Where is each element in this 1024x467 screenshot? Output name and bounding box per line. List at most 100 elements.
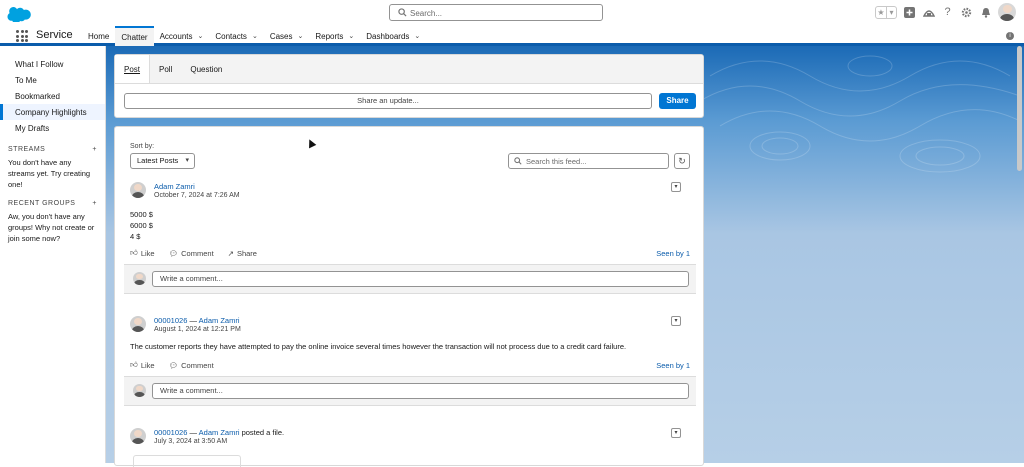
author-name-link[interactable]: Adam Zamri [154,182,195,191]
comment-placeholder: Write a comment... [160,386,223,395]
search-placeholder: Search... [410,9,443,18]
comment-icon: 💬︎ [168,360,179,370]
salesforce-logo[interactable] [7,6,31,22]
sidebar-item-to-me[interactable]: To Me [0,72,105,88]
like-button[interactable]: 👍︎ Like [130,248,155,258]
chevron-down-icon[interactable]: ▾ [886,6,896,18]
tab-post[interactable]: Post [115,55,151,83]
share-button[interactable]: Share [659,93,696,109]
sort-select[interactable]: Latest Posts ▾ [130,153,195,169]
file-preview[interactable] [133,455,241,467]
sidebar-item-label: Company Highlights [15,107,87,117]
post-menu-chevron-icon[interactable]: ▾ [671,182,681,192]
sidebar-item-label: To Me [15,75,37,85]
feed-item: Adam Zamri October 7, 2024 at 7:26 AM ▾ … [124,182,696,302]
chevron-down-icon[interactable]: ⌄ [348,32,354,40]
user-avatar[interactable] [998,3,1016,21]
comment-label: Comment [181,360,214,370]
add-group-icon[interactable]: + [92,200,97,207]
current-user-avatar [133,384,146,397]
nav-item-cases[interactable]: Cases ⌄ [264,26,310,46]
chevron-down-icon[interactable]: ⌄ [414,32,420,40]
streams-header-label: STREAMS [8,146,46,153]
post-timestamp[interactable]: July 3, 2024 at 3:50 AM [154,438,227,445]
record-link[interactable]: 00001026 [154,428,187,437]
comment-input[interactable]: Write a comment... [152,383,689,399]
refresh-icon[interactable]: ↻ [674,153,690,169]
trailhead-icon[interactable] [922,6,935,19]
post-actions: 👍︎ Like 💬︎ Comment ↗ Share Seen by 1 [130,248,690,258]
post-timestamp[interactable]: October 7, 2024 at 7:26 AM [154,192,240,199]
post-action-text: posted a file. [241,428,285,437]
separator: — [189,428,197,437]
share-update-input[interactable]: Share an update... [124,93,652,109]
sidebar-item-label: Bookmarked [15,91,60,101]
global-actions-icon[interactable] [903,6,916,19]
author-avatar[interactable] [130,182,146,198]
sidebar-item-bookmarked[interactable]: Bookmarked [0,88,105,104]
comment-bar: Write a comment... [124,376,696,406]
share-post-button[interactable]: ↗ Share [228,249,257,258]
tab-label: Poll [159,64,173,74]
post-line: 4 $ [130,232,141,241]
like-button[interactable]: 👍︎ Like [130,360,155,370]
nav-item-chatter[interactable]: Chatter [115,26,154,46]
page-scrollbar[interactable] [1017,46,1022,463]
search-icon [514,157,522,165]
post-timestamp[interactable]: August 1, 2024 at 12:21 PM [154,326,241,333]
post-line: 5000 $ [130,210,153,219]
tab-question[interactable]: Question [181,55,231,83]
post-author: 00001026 — Adam Zamri posted a file. [154,428,284,437]
record-link[interactable]: 00001026 [154,316,187,325]
nav-item-label: Home [88,31,110,41]
author-name-link[interactable]: Adam Zamri [199,428,240,437]
notifications-bell-icon[interactable] [979,6,992,19]
nav-items: Home Chatter Accounts ⌄ Contacts ⌄ Cases ⌄ … [82,26,426,46]
app-launcher-icon[interactable] [16,30,28,42]
post-line: 6000 $ [130,221,153,230]
seen-by-link[interactable]: Seen by 1 [656,361,690,370]
favorites-control[interactable]: ★ ▾ [875,5,897,19]
author-avatar[interactable] [130,428,146,444]
nav-item-label: Cases [269,31,293,41]
sidebar-item-label: My Drafts [15,123,50,133]
sidebar-item-label: What I Follow [15,59,64,69]
sort-value: Latest Posts [137,156,179,165]
add-stream-icon[interactable]: + [92,146,97,153]
chevron-down-icon[interactable]: ⌄ [252,32,258,40]
search-icon [398,8,407,17]
chevron-down-icon[interactable]: ⌄ [197,32,203,40]
author-avatar[interactable] [130,316,146,332]
author-name-link[interactable]: Adam Zamri [199,316,240,325]
comment-input[interactable]: Write a comment... [152,271,689,287]
nav-item-home[interactable]: Home [82,26,115,46]
help-icon[interactable]: ? [941,6,954,19]
nav-item-dashboards[interactable]: Dashboards ⌄ [360,26,426,46]
sidebar-item-what-i-follow[interactable]: What I Follow [0,56,105,72]
post-menu-chevron-icon[interactable]: ▾ [671,316,681,326]
post-author[interactable]: Adam Zamri [154,182,195,191]
app-name: Service [36,29,73,41]
nav-item-contacts[interactable]: Contacts ⌄ [209,26,263,46]
sort-label: Sort by: [130,143,155,150]
star-icon[interactable]: ★ [876,7,886,18]
tab-poll[interactable]: Poll [150,55,181,83]
info-icon[interactable]: i [1006,32,1014,40]
scrollbar-thumb[interactable] [1017,46,1022,171]
seen-by-link[interactable]: Seen by 1 [656,249,690,258]
post-menu-chevron-icon[interactable]: ▾ [671,428,681,438]
setup-gear-icon[interactable] [960,6,973,19]
nav-item-accounts[interactable]: Accounts ⌄ [154,26,210,46]
nav-item-label: Dashboards [366,31,410,41]
comment-button[interactable]: 💬︎ Comment [169,249,214,258]
sidebar-item-my-drafts[interactable]: My Drafts [0,120,105,136]
sidebar-item-company-highlights[interactable]: Company Highlights [0,104,105,120]
global-search-input[interactable]: Search... [389,4,603,21]
nav-item-reports[interactable]: Reports ⌄ [309,26,360,46]
feed-search-input[interactable]: Search this feed... [508,153,669,169]
recent-groups-header: RECENT GROUPS + [0,200,105,207]
comment-button[interactable]: 💬︎ Comment [169,361,214,370]
chevron-down-icon[interactable]: ⌄ [298,32,304,40]
post-actions: 👍︎ Like 💬︎ Comment Seen by 1 [130,360,690,370]
feed-item: 00001026 — Adam Zamri posted a file. Jul… [124,428,696,467]
